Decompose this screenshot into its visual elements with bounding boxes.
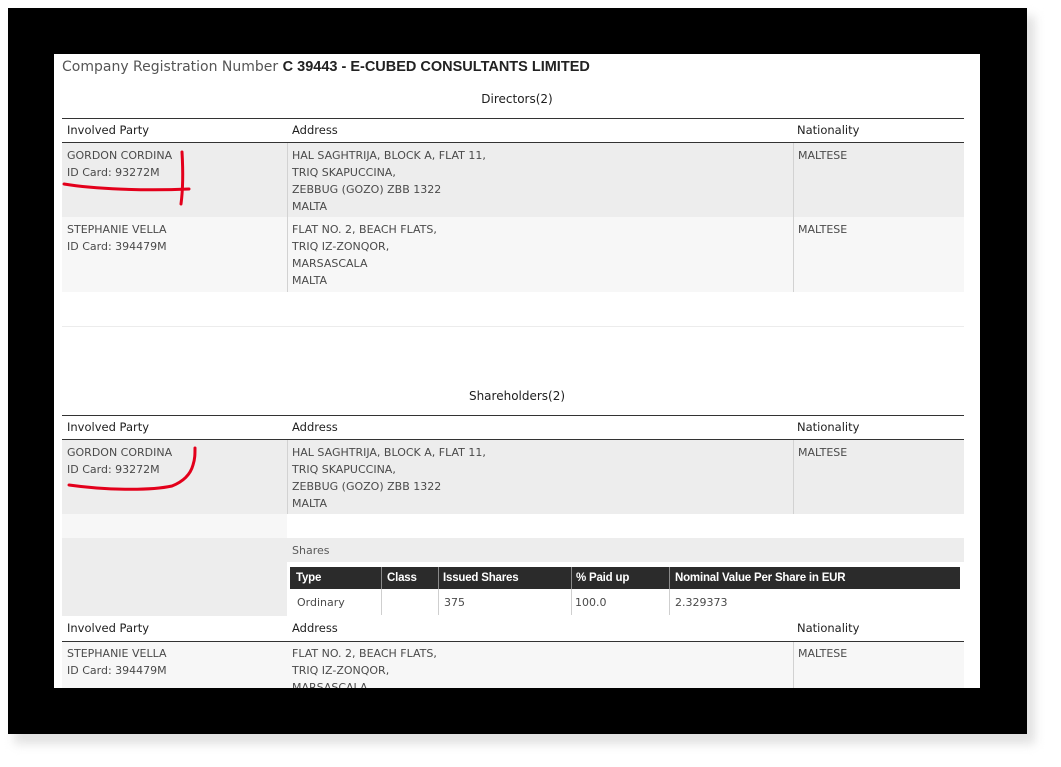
red-annotation-marks	[62, 150, 197, 491]
annotation-stroke-directors	[179, 150, 185, 206]
company-details-page: Company Registration Number C 39443 - E-…	[54, 54, 980, 688]
annotation-underline-shareholders	[67, 446, 197, 491]
annotation-underline-directors	[62, 182, 191, 192]
